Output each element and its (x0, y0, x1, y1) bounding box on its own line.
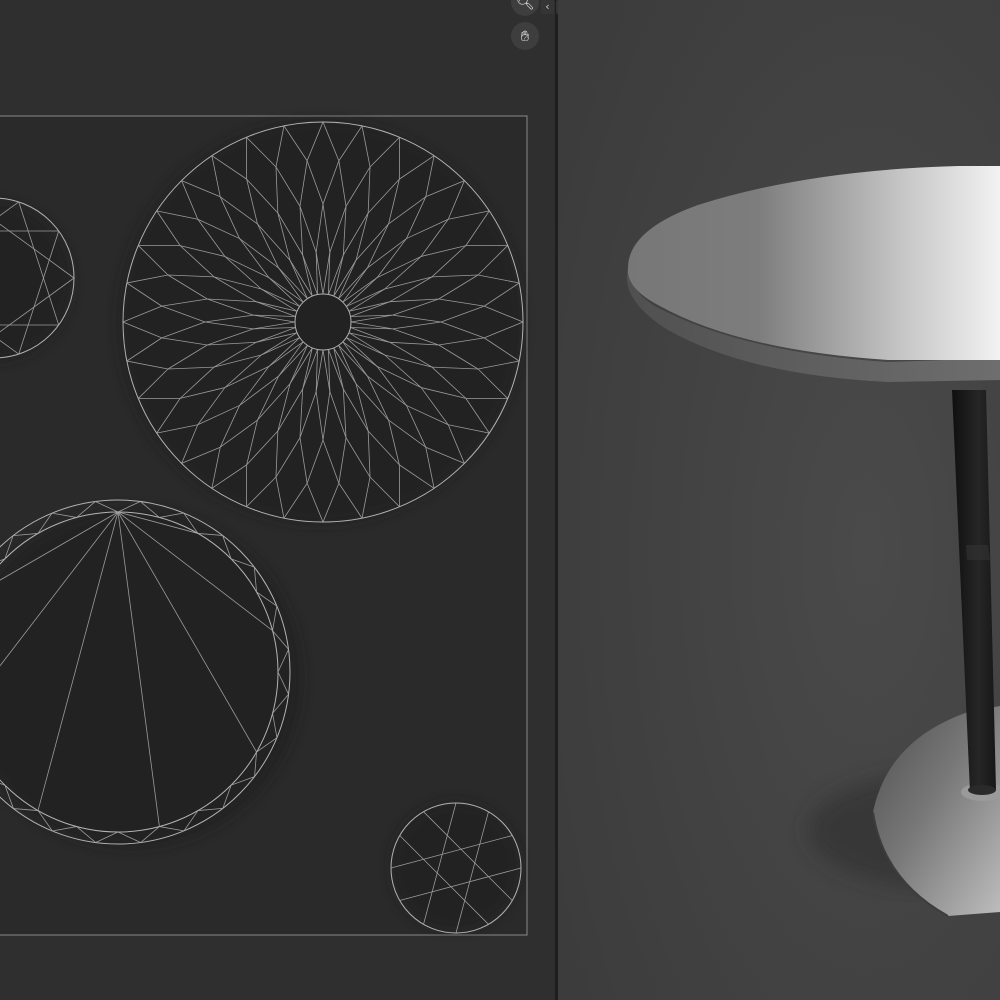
uv-editor-area[interactable]: 🔍︎ ✋︎ (0, 0, 555, 1000)
3d-viewport[interactable] (558, 0, 1000, 1000)
hand-icon[interactable]: ✋︎ (511, 22, 539, 50)
uv-canvas[interactable] (0, 0, 555, 1000)
collapse-left-icon[interactable]: ‹ (541, 0, 554, 14)
blender-window: 🔍︎ ✋︎ ‹ › (0, 0, 1000, 1000)
viewport-canvas[interactable] (558, 0, 1000, 1000)
